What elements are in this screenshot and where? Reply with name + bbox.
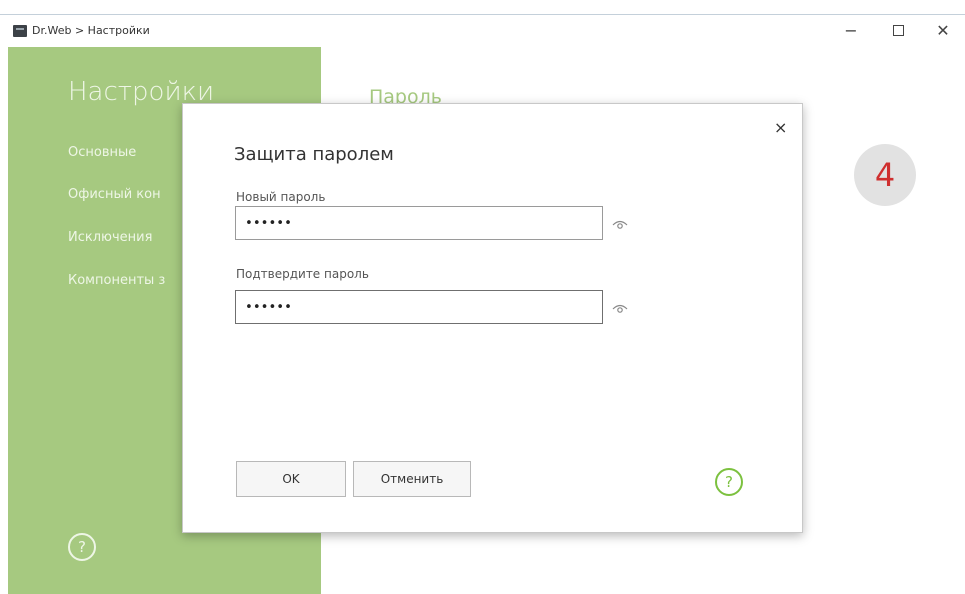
- dialog-title: Защита паролем: [234, 144, 394, 165]
- sidebar-item-general[interactable]: Основные: [68, 145, 136, 160]
- confirm-password-field[interactable]: [235, 290, 603, 324]
- show-password-icon[interactable]: [611, 301, 629, 315]
- settings-window: Dr.Web > Настройки − ✕ Настройки Основны…: [0, 0, 965, 594]
- cancel-button[interactable]: Отменить: [353, 461, 471, 497]
- sidebar-item-office-control[interactable]: Офисный кон: [68, 187, 161, 202]
- help-icon[interactable]: ?: [715, 468, 743, 496]
- window-title: Dr.Web > Настройки: [32, 24, 150, 37]
- password-protection-dialog: × Защита паролем Новый пароль Подтвердит…: [182, 103, 803, 533]
- app-icon: [13, 25, 27, 37]
- ok-button[interactable]: OK: [236, 461, 346, 497]
- minimize-button[interactable]: −: [836, 20, 866, 42]
- confirm-password-label: Подтвердите пароль: [236, 267, 369, 281]
- dialog-close-button[interactable]: ×: [774, 118, 787, 137]
- show-password-icon[interactable]: [611, 217, 629, 231]
- step-badge: 4: [854, 144, 916, 206]
- sidebar-item-exclusions[interactable]: Исключения: [68, 230, 152, 245]
- new-password-label: Новый пароль: [236, 190, 326, 204]
- maximize-button[interactable]: [883, 20, 913, 42]
- sidebar-item-components[interactable]: Компоненты з: [68, 273, 165, 288]
- sidebar-help-icon[interactable]: ?: [68, 533, 96, 561]
- maximize-icon: [892, 25, 904, 36]
- new-password-field[interactable]: [235, 206, 603, 240]
- close-window-button[interactable]: ✕: [928, 20, 958, 42]
